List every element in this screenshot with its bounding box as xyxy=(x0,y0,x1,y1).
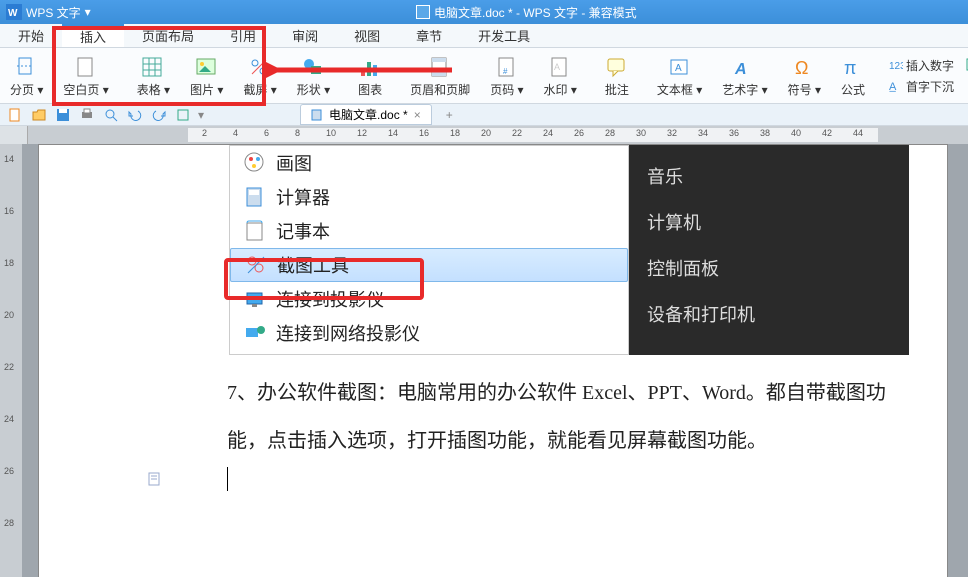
quick-access-toolbar: ▾ 电脑文章.doc * × + xyxy=(0,104,968,126)
btn-table[interactable]: 表格 ▾ xyxy=(127,54,180,98)
list-item-selected: 截图工具 xyxy=(230,248,628,282)
qat-undo[interactable] xyxy=(126,106,144,124)
qat-preview[interactable] xyxy=(102,106,120,124)
embedded-image: 画图 计算器 记事本 截图工具 连接到投影仪 连接到网络投影仪 音乐 计算机 控… xyxy=(229,145,909,355)
btn-insertnumber[interactable]: 123插入数字 xyxy=(889,57,954,74)
doc-title: 电脑文章.doc * - WPS 文字 - 兼容模式 xyxy=(434,4,637,21)
text-cursor xyxy=(227,467,228,491)
qat-open[interactable] xyxy=(30,106,48,124)
svg-text:A: A xyxy=(554,62,560,72)
qat-new[interactable] xyxy=(6,106,24,124)
document-tab-name: 电脑文章.doc * xyxy=(329,106,408,123)
svg-text:A: A xyxy=(675,63,682,74)
btn-pagebreak[interactable]: 分页 ▾ xyxy=(0,54,53,98)
list-item: 计算机 xyxy=(647,199,891,245)
title-bar: W WPS 文字 ▾ 电脑文章.doc * - WPS 文字 - 兼容模式 xyxy=(0,0,968,24)
svg-text:#: # xyxy=(503,67,508,76)
svg-text:W: W xyxy=(8,8,18,19)
tab-chapter[interactable]: 章节 xyxy=(398,24,460,47)
qat-redo[interactable] xyxy=(150,106,168,124)
paragraph[interactable]: 7、办公软件截图：电脑常用的办公软件 Excel、PPT、Word。都自带截图功… xyxy=(227,369,907,465)
page-canvas: 画图 计算器 记事本 截图工具 连接到投影仪 连接到网络投影仪 音乐 计算机 控… xyxy=(28,144,968,577)
horizontal-ruler: 2468101214161820222426283032343638404244 xyxy=(0,126,968,144)
list-item: 设备和打印机 xyxy=(647,291,891,337)
svg-text:123: 123 xyxy=(889,61,903,72)
qat-more[interactable] xyxy=(174,106,192,124)
list-item: 控制面板 xyxy=(647,245,891,291)
btn-dropcap[interactable]: A̲首字下沉 xyxy=(889,78,954,95)
close-tab-icon[interactable]: × xyxy=(414,108,421,122)
list-item: 连接到网络投影仪 xyxy=(230,316,628,350)
qat-print[interactable] xyxy=(78,106,96,124)
btn-screenshot[interactable]: 截屏 ▾ xyxy=(233,54,286,98)
list-item: 音乐 xyxy=(647,153,891,199)
qat-save[interactable] xyxy=(54,106,72,124)
menu-tabs: 开始 插入 页面布局 引用 审阅 视图 章节 开发工具 xyxy=(0,24,968,48)
tab-review[interactable]: 审阅 xyxy=(274,24,336,47)
document-tab[interactable]: 电脑文章.doc * × xyxy=(300,104,432,125)
svg-text:π: π xyxy=(844,58,856,78)
btn-watermark[interactable]: A 水印 ▾ xyxy=(534,54,587,98)
tab-view[interactable]: 视图 xyxy=(336,24,398,47)
ribbon: 分页 ▾ 空白页 ▾ 表格 ▾ 图片 ▾ 截屏 ▾ 形状 ▾ 图表 页眉和页脚 … xyxy=(0,48,968,104)
list-item: 连接到投影仪 xyxy=(230,282,628,316)
btn-chart[interactable]: 图表 xyxy=(348,54,392,98)
tab-start[interactable]: 开始 xyxy=(0,24,62,47)
btn-blankpage[interactable]: 空白页 ▾ xyxy=(53,54,118,98)
tab-dev[interactable]: 开发工具 xyxy=(460,24,548,47)
btn-pageno[interactable]: # 页码 ▾ xyxy=(480,54,533,98)
btn-headerfooter[interactable]: 页眉和页脚 xyxy=(400,54,480,98)
svg-text:Ω: Ω xyxy=(795,58,808,78)
new-tab-icon[interactable]: + xyxy=(446,108,453,122)
btn-picture[interactable]: 图片 ▾ xyxy=(180,54,233,98)
paragraph-mark-icon xyxy=(147,471,163,487)
btn-formula[interactable]: π 公式 xyxy=(831,54,875,98)
list-item: 画图 xyxy=(230,146,628,180)
svg-text:A: A xyxy=(734,61,747,78)
btn-shape[interactable]: 形状 ▾ xyxy=(287,54,340,98)
vertical-ruler: 1416182022242628 xyxy=(0,144,22,577)
list-item: 计算器 xyxy=(230,180,628,214)
doc-icon xyxy=(416,5,430,19)
tab-insert[interactable]: 插入 xyxy=(62,24,124,47)
page[interactable]: 画图 计算器 记事本 截图工具 连接到投影仪 连接到网络投影仪 音乐 计算机 控… xyxy=(38,144,948,577)
btn-symbol[interactable]: Ω 符号 ▾ xyxy=(778,54,831,98)
tab-layout[interactable]: 页面布局 xyxy=(124,24,212,47)
list-item: 记事本 xyxy=(230,214,628,248)
tab-ref[interactable]: 引用 xyxy=(212,24,274,47)
svg-text:A̲: A̲ xyxy=(889,81,897,93)
btn-comment[interactable]: 批注 xyxy=(595,54,639,98)
btn-textbox[interactable]: A 文本框 ▾ xyxy=(647,54,712,98)
btn-wordart[interactable]: A 艺术字 ▾ xyxy=(712,54,777,98)
app-name: WPS 文字 xyxy=(26,4,81,21)
wps-logo: W xyxy=(6,4,22,20)
